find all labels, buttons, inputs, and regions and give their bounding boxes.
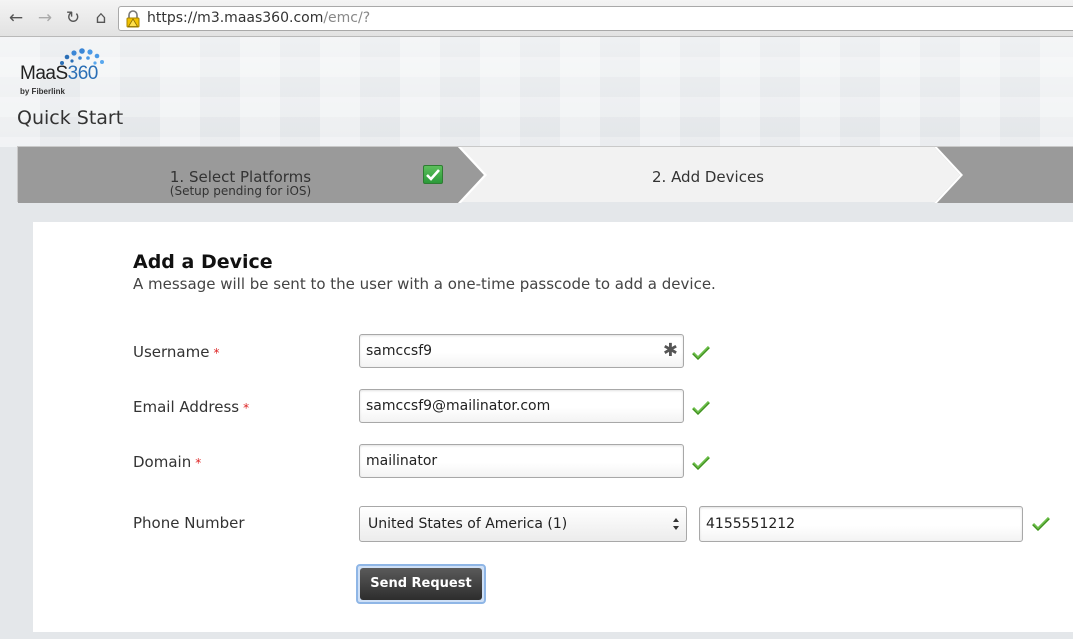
phone-input[interactable]: 4155551212 [699, 506, 1023, 542]
domain-input[interactable]: mailinator [359, 444, 684, 478]
username-label-text: Username [133, 343, 210, 361]
url-host: https://m3.maas360.com [147, 10, 324, 26]
address-bar[interactable]: https://m3.maas360.com/emc/? [118, 6, 1073, 31]
logo-brand-b: 360 [67, 63, 99, 84]
header-background [0, 37, 1073, 147]
phone-label: Phone Number [133, 514, 245, 532]
forward-icon[interactable]: → [34, 6, 56, 30]
phone-value: 4155551212 [706, 516, 796, 532]
username-value: samccsf9 [366, 343, 433, 359]
logo-wordmark: MaaS360 [20, 63, 98, 85]
form-title: Add a Device [133, 251, 273, 273]
send-request-button[interactable]: Send Request [356, 564, 486, 604]
email-label-text: Email Address [133, 398, 240, 416]
domain-label: Domain * [133, 453, 201, 471]
step-1-sublabel: (Setup pending for iOS) [169, 184, 312, 198]
username-valid-check-icon [692, 346, 710, 360]
required-marker: * [213, 346, 220, 360]
email-label: Email Address * [133, 398, 249, 416]
required-marker: * [243, 401, 250, 415]
home-icon[interactable]: ⌂ [90, 6, 112, 30]
required-marker: * [195, 456, 202, 470]
back-icon[interactable]: ← [5, 6, 27, 30]
send-request-label: Send Request [360, 568, 482, 600]
username-label: Username * [133, 343, 219, 361]
logo-brand-a: MaaS [20, 63, 68, 84]
step-complete-check-icon [423, 165, 443, 184]
email-valid-check-icon [692, 401, 710, 415]
email-input[interactable]: samccsf9@mailinator.com [359, 389, 684, 423]
country-code-select[interactable]: United States of America (1) [359, 506, 687, 542]
lock-warning-icon [126, 10, 140, 28]
username-input[interactable]: samccsf9 ✱ [359, 334, 684, 368]
phone-valid-check-icon [1032, 517, 1050, 531]
step-2-label[interactable]: 2. Add Devices [578, 168, 838, 186]
domain-valid-check-icon [692, 456, 710, 470]
domain-value: mailinator [366, 453, 438, 469]
add-device-card: Add a Device A message will be sent to t… [33, 222, 1073, 632]
wizard-steps: 1. Select Platforms (Setup pending for i… [17, 146, 1073, 203]
browser-toolbar: ← → ↻ ⌂ https://m3.maas360.com/emc/? [0, 0, 1073, 37]
required-star-icon: ✱ [662, 340, 678, 361]
domain-label-text: Domain [133, 453, 192, 471]
email-value: samccsf9@mailinator.com [366, 398, 551, 414]
logo-tagline: by Fiberlink [20, 87, 65, 96]
url-path: /emc/? [323, 10, 371, 26]
page: MaaS360 by Fiberlink Quick Start 1. Sele… [0, 37, 1073, 639]
reload-icon[interactable]: ↻ [62, 6, 84, 30]
url-text: https://m3.maas360.com/emc/? [147, 10, 370, 26]
country-selected-value: United States of America (1) [368, 516, 568, 532]
maas360-logo[interactable]: MaaS360 by Fiberlink [18, 45, 128, 97]
select-updown-icon [673, 518, 679, 530]
form-description: A message will be sent to the user with … [133, 275, 716, 293]
page-title: Quick Start [17, 107, 124, 129]
